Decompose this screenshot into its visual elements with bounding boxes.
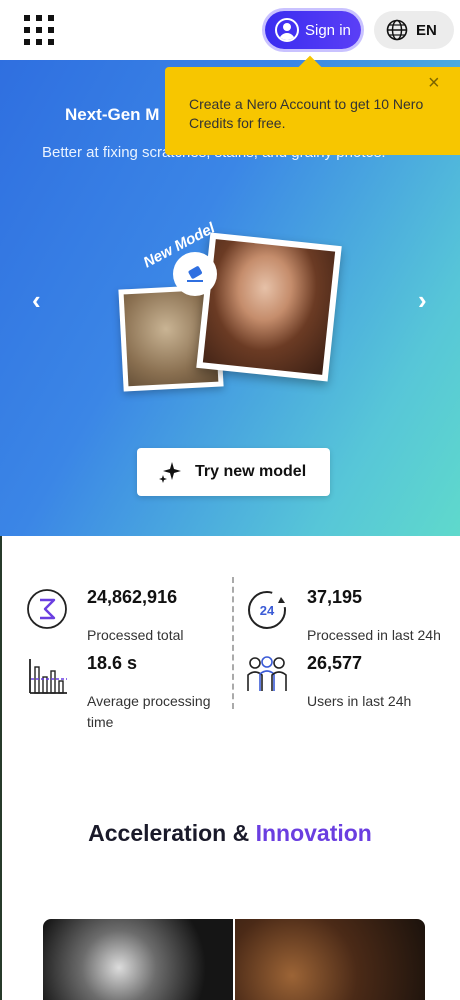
section-title-accent: Innovation bbox=[255, 820, 372, 846]
account-promo-tooltip: × Create a Nero Account to get 10 Nero C… bbox=[165, 67, 460, 155]
after-image bbox=[235, 919, 425, 1000]
stat-value: 37,195 bbox=[307, 587, 363, 607]
apps-grid-icon[interactable] bbox=[24, 15, 54, 45]
stat-value: 18.6 s bbox=[87, 653, 138, 673]
stat-value: 24,862,916 bbox=[87, 587, 178, 607]
stat-processed-total: 24,862,916 Processed total bbox=[25, 587, 225, 647]
carousel-next-button[interactable]: › bbox=[418, 285, 427, 316]
tooltip-text: Create a Nero Account to get 10 Nero Cre… bbox=[189, 96, 424, 131]
bar-chart-icon bbox=[29, 659, 67, 694]
carousel-prev-button[interactable]: ‹ bbox=[32, 285, 41, 316]
stat-value: 26,577 bbox=[307, 653, 363, 673]
stats-panel: 24,862,916 Processed total 24 37,195 Pro… bbox=[0, 575, 460, 730]
close-icon[interactable]: × bbox=[428, 73, 440, 93]
section-title: Acceleration & Innovation bbox=[0, 820, 460, 847]
try-new-model-label: Try new model bbox=[195, 463, 307, 480]
sign-in-label: Sign in bbox=[305, 21, 351, 39]
stat-users-24h: 26,577 Users in last 24h bbox=[245, 653, 455, 713]
language-selector[interactable]: EN bbox=[374, 11, 454, 49]
stat-label: Users in last 24h bbox=[307, 693, 412, 709]
stat-label: Processed total bbox=[87, 627, 184, 643]
sign-in-button[interactable]: Sign in bbox=[265, 11, 361, 49]
before-after-comparison[interactable] bbox=[43, 919, 425, 1000]
try-new-model-button[interactable]: Try new model bbox=[137, 448, 330, 496]
stat-label: Processed in last 24h bbox=[307, 627, 441, 643]
stats-divider bbox=[232, 577, 234, 709]
users-icon bbox=[247, 656, 287, 691]
globe-icon bbox=[386, 19, 408, 41]
hero-title: Next-Gen M bbox=[65, 105, 160, 124]
user-icon bbox=[275, 18, 299, 42]
header: Sign in EN bbox=[0, 0, 460, 60]
sparkles-icon bbox=[159, 462, 181, 483]
sigma-icon bbox=[27, 589, 67, 629]
eraser-icon bbox=[173, 252, 217, 296]
restored-photo bbox=[196, 232, 342, 382]
stat-average-time: 18.6 s Average processing time bbox=[25, 653, 225, 730]
section-title-main: Acceleration & bbox=[88, 820, 256, 846]
before-after-illustration: New Model bbox=[115, 220, 355, 405]
svg-text:24: 24 bbox=[260, 603, 275, 618]
before-image bbox=[43, 919, 233, 1000]
stat-label: Average processing time bbox=[87, 693, 211, 730]
clock-24h-icon: 24 bbox=[248, 591, 286, 629]
stat-processed-24h: 24 37,195 Processed in last 24h bbox=[245, 587, 455, 647]
language-label: EN bbox=[416, 21, 437, 39]
